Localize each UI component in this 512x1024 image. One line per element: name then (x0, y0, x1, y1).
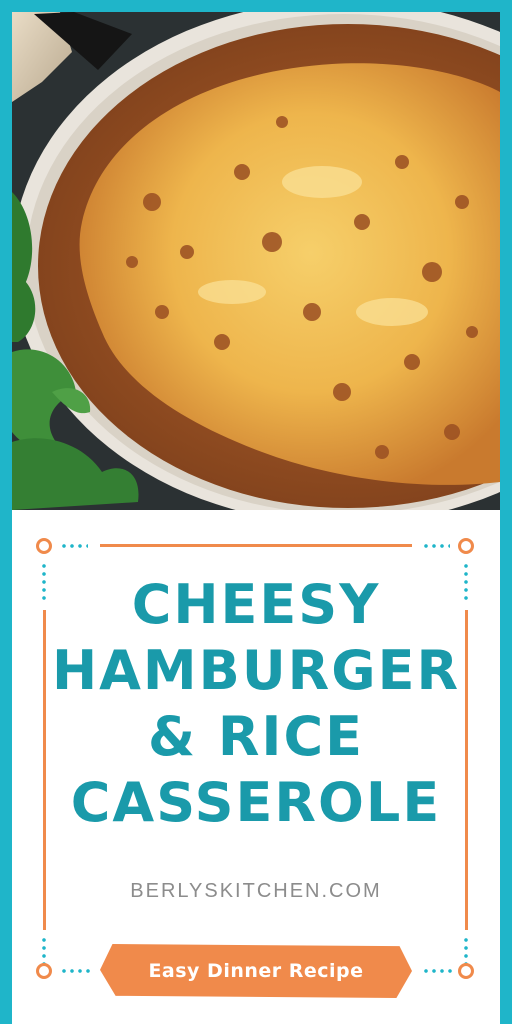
dotted-accent (60, 544, 88, 548)
dotted-accent (60, 969, 90, 973)
website-url[interactable]: BERLYSKITCHEN.COM (12, 880, 500, 903)
casserole-photo (12, 12, 500, 510)
recipe-title: CHEESY HAMBURGER & RICE CASSEROLE (42, 572, 470, 836)
recipe-pin: CHEESY HAMBURGER & RICE CASSEROLE BERLYS… (0, 0, 512, 1024)
skillet-illustration (12, 12, 500, 510)
recipe-badge: Easy Dinner Recipe (100, 944, 412, 998)
corner-circle-bottom-left (36, 963, 52, 979)
dotted-accent (422, 544, 450, 548)
dotted-accent (422, 969, 452, 973)
title-card: CHEESY HAMBURGER & RICE CASSEROLE BERLYS… (12, 510, 500, 1024)
title-line: HAMBURGER (51, 639, 461, 702)
badge-label: Easy Dinner Recipe (148, 960, 364, 982)
title-line: CASSEROLE (70, 771, 442, 834)
title-line: CHEESY (131, 573, 381, 636)
corner-circle-top-right (458, 538, 474, 554)
title-line: & RICE (147, 705, 365, 768)
corner-circle-top-left (36, 538, 52, 554)
frame-line-top (100, 544, 412, 547)
corner-circle-bottom-right (458, 963, 474, 979)
